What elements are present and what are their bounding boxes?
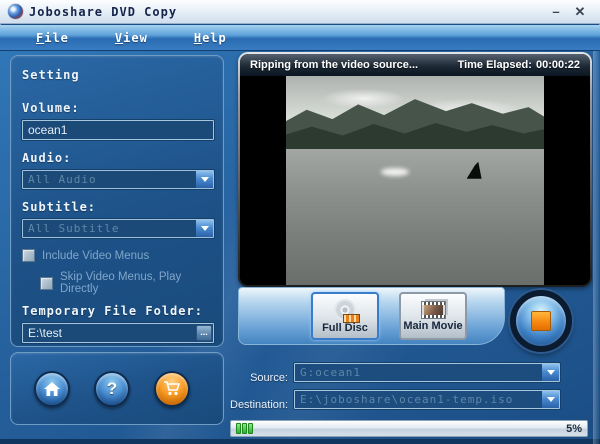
chevron-down-icon (546, 397, 555, 402)
close-button[interactable]: ✕ (568, 3, 592, 21)
volume-label: Volume: (22, 101, 80, 115)
audio-dropdown-button[interactable] (195, 171, 213, 188)
progress-block (236, 423, 241, 434)
preview-status-bar: Ripping from the video source... Time El… (240, 54, 590, 76)
source-row: Source: G:ocean1 (230, 363, 560, 393)
temp-folder-value: E:\test (28, 326, 63, 340)
help-button[interactable]: ? (94, 370, 130, 407)
main-movie-button[interactable]: Main Movie (399, 292, 467, 340)
audio-label: Audio: (22, 151, 72, 165)
include-menus-row: Include Video Menus (22, 249, 212, 262)
footer-panel: ? (10, 352, 224, 425)
disc-icon (334, 298, 360, 323)
skip-menus-label: Skip Video Menus, Play Directly (60, 271, 182, 295)
destination-select[interactable]: E:\joboshare\ocean1-temp.iso (294, 390, 560, 409)
destination-dropdown-button[interactable] (541, 391, 559, 408)
stop-button[interactable] (510, 290, 572, 352)
settings-panel: Setting Volume: ocean1 Audio: All Audio … (10, 55, 224, 347)
mode-panel: Full Disc Main Movie (238, 287, 505, 345)
time-elapsed-label: Time Elapsed: (457, 59, 532, 71)
chevron-down-icon (200, 177, 209, 182)
source-select[interactable]: G:ocean1 (294, 363, 560, 382)
subtitle-label: Subtitle: (22, 200, 97, 214)
scene-sea (286, 149, 544, 285)
include-menus-checkbox[interactable] (22, 249, 35, 262)
main-area: Setting Volume: ocean1 Audio: All Audio … (0, 51, 600, 444)
home-button[interactable] (34, 370, 70, 407)
filmstrip-icon (343, 313, 360, 323)
window-bottom-edge (0, 439, 600, 444)
buy-button[interactable] (154, 370, 190, 407)
destination-label: Destination: (230, 399, 289, 411)
temp-folder-label: Temporary File Folder: (22, 304, 203, 318)
app-logo-icon (8, 4, 23, 19)
minimize-button[interactable]: – (544, 3, 568, 21)
main-movie-label: Main Movie (403, 319, 463, 332)
audio-selected-value: All Audio (28, 173, 97, 186)
browse-button[interactable]: ... (196, 325, 212, 341)
progress-block (242, 423, 247, 434)
menu-bar: File View Help (0, 25, 600, 51)
video-viewport (240, 76, 590, 285)
skip-menus-checkbox[interactable] (40, 276, 53, 290)
home-icon (44, 381, 60, 396)
skip-menus-row: Skip Video Menus, Play Directly (40, 271, 212, 295)
subtitle-select[interactable]: All Subtitle (22, 219, 214, 238)
menu-file[interactable]: File (32, 29, 73, 47)
progress-bar: 5% (230, 420, 588, 437)
stop-icon (531, 311, 551, 331)
progress-block (248, 423, 253, 434)
settings-heading: Setting (22, 68, 80, 82)
chevron-down-icon (546, 370, 555, 375)
menu-help[interactable]: Help (190, 29, 231, 47)
source-selected-value: G:ocean1 (300, 366, 361, 379)
include-menus-label: Include Video Menus (42, 249, 150, 262)
progress-percent: 5% (566, 422, 582, 435)
ripping-status-text: Ripping from the video source... (250, 59, 419, 71)
subtitle-selected-value: All Subtitle (28, 222, 120, 235)
video-preview-frame: Ripping from the video source... Time El… (238, 52, 592, 287)
question-mark-icon: ? (106, 378, 118, 398)
shopping-cart-icon (164, 380, 181, 395)
time-elapsed: Time Elapsed: 00:00:22 (458, 59, 580, 71)
full-disc-button[interactable]: Full Disc (311, 292, 379, 340)
film-sprockets (421, 314, 445, 318)
app-window: Joboshare DVD Copy – ✕ File View Help Se… (0, 0, 600, 444)
source-dropdown-button[interactable] (541, 364, 559, 381)
source-label: Source: (250, 372, 288, 384)
volume-input[interactable]: ocean1 (22, 120, 214, 140)
video-still-ocean-scene (286, 76, 544, 285)
video-preview: Ripping from the video source... Time El… (240, 54, 590, 285)
chevron-down-icon (200, 226, 209, 231)
subtitle-dropdown-button[interactable] (195, 220, 213, 237)
time-elapsed-value: 00:00:22 (535, 59, 580, 71)
destination-selected-value: E:\joboshare\ocean1-temp.iso (300, 393, 514, 406)
title-bar: Joboshare DVD Copy – ✕ (0, 0, 600, 24)
temp-folder-input[interactable]: E:\test ... (22, 323, 214, 343)
menu-view[interactable]: View (111, 29, 152, 47)
audio-select[interactable]: All Audio (22, 170, 214, 189)
window-title: Joboshare DVD Copy (29, 4, 178, 19)
destination-row: Destination: E:\joboshare\ocean1-temp.is… (230, 390, 560, 420)
film-picture (423, 304, 443, 315)
full-disc-label: Full Disc (322, 321, 368, 334)
film-frames-icon (420, 300, 446, 319)
